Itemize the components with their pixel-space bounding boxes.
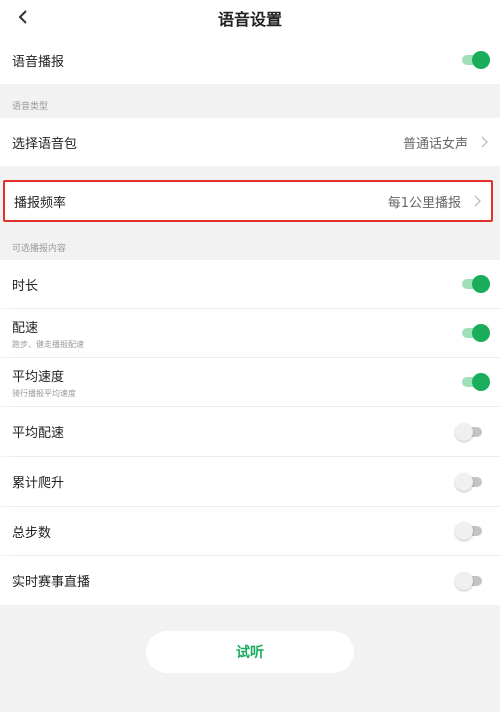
content-item-sublabel: 跑步、健走播报配速 xyxy=(12,339,84,349)
chevron-right-icon xyxy=(474,195,481,207)
voice-broadcast-toggle[interactable] xyxy=(462,51,490,69)
content-item-label: 累计爬升 xyxy=(12,476,65,491)
voice-type-section-label: 语音类型 xyxy=(12,102,49,112)
content-item-label: 实时赛事直播 xyxy=(12,575,91,590)
content-item-sublabel: 骑行播报平均速度 xyxy=(12,388,76,398)
page-title: 语音设置 xyxy=(217,10,282,29)
content-item-label: 时长 xyxy=(12,278,39,294)
voice-pack-label: 选择语音包 xyxy=(12,136,78,152)
voice-pack-value: 普通话女声 xyxy=(402,136,468,152)
frequency-label: 播报频率 xyxy=(14,195,67,211)
content-item-pace: 配速 跑步、健走播报配速 xyxy=(0,309,500,357)
voice-pack-row[interactable]: 选择语音包 普通话女声 xyxy=(0,118,500,166)
avg-pace-toggle[interactable] xyxy=(455,422,484,441)
chevron-left-icon xyxy=(18,10,27,24)
steps-toggle[interactable] xyxy=(455,522,484,540)
frequency-row[interactable]: 播报频率 每1公里播报 xyxy=(3,180,493,222)
content-item-label: 总步数 xyxy=(12,525,52,541)
voice-broadcast-label: 语音播报 xyxy=(12,54,65,70)
content-item-steps: 总步数 xyxy=(0,507,500,555)
avg-speed-toggle[interactable] xyxy=(462,373,490,391)
duration-toggle[interactable] xyxy=(462,275,490,293)
content-item-label: 平均速度 xyxy=(12,369,65,385)
voice-broadcast-row: 语音播报 xyxy=(0,36,500,84)
frequency-value: 每1公里播报 xyxy=(387,195,461,211)
pace-toggle[interactable] xyxy=(462,324,490,342)
listen-button[interactable]: 试听 xyxy=(146,631,354,673)
live-race-toggle[interactable] xyxy=(455,571,484,590)
elevation-toggle[interactable] xyxy=(455,472,484,491)
content-item-avg-pace: 平均配速 xyxy=(0,407,500,456)
back-button[interactable] xyxy=(10,4,36,30)
content-item-avg-speed: 平均速度 骑行播报平均速度 xyxy=(0,358,500,406)
content-item-elevation: 累计爬升 xyxy=(0,457,500,506)
content-item-live-race: 实时赛事直播 xyxy=(0,556,500,605)
content-item-label: 配速 xyxy=(12,320,39,336)
chevron-right-icon xyxy=(481,136,488,148)
content-item-duration: 时长 xyxy=(0,260,500,308)
content-section-label: 可选播报内容 xyxy=(12,244,67,254)
header-bar: 语音设置 xyxy=(0,0,500,36)
content-item-label: 平均配速 xyxy=(12,426,65,441)
